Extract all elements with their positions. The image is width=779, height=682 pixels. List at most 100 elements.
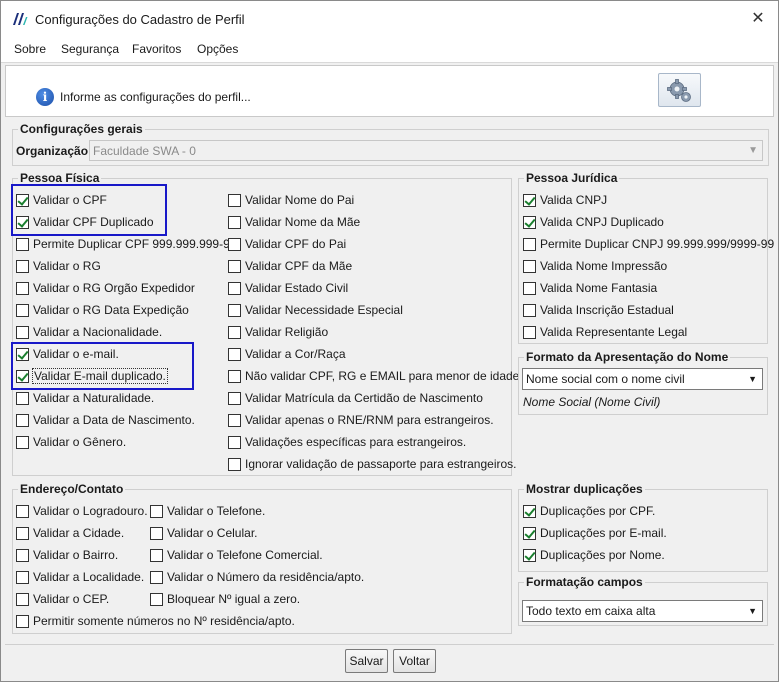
checkbox-unchecked-icon[interactable] (16, 413, 29, 427)
checkbox-checked-icon[interactable] (523, 504, 536, 518)
checkbox-unchecked-icon[interactable] (228, 325, 241, 339)
checkbox-unchecked-icon[interactable] (523, 303, 536, 317)
checkbox-validar-a-naturalidade[interactable]: Validar a Naturalidade. (16, 390, 154, 406)
checkbox-unchecked-icon[interactable] (150, 548, 163, 562)
save-button[interactable]: Salvar (345, 649, 388, 673)
checkbox-validar-matricula-da-certidao-de-nascimento[interactable]: Validar Matrícula da Certidão de Nascime… (228, 390, 483, 406)
checkbox-nao-validar-cpf-rg-e-email-para-menor-de-idade[interactable]: Não validar CPF, RG e EMAIL para menor d… (228, 368, 519, 384)
checkbox-valida-cnpj[interactable]: Valida CNPJ (523, 192, 607, 208)
checkbox-valida-nome-impressao[interactable]: Valida Nome Impressão (523, 258, 667, 274)
checkbox-valida-representante-legal[interactable]: Valida Representante Legal (523, 324, 687, 340)
checkbox-duplicacoes-por-cpf[interactable]: Duplicações por CPF. (523, 503, 655, 519)
checkbox-validar-cpf-da-mae[interactable]: Validar CPF da Mãe (228, 258, 352, 274)
organization-select[interactable]: Faculdade SWA - 0 ▼ (89, 140, 763, 161)
checkbox-unchecked-icon[interactable] (16, 281, 29, 295)
checkbox-validar-nome-do-pai[interactable]: Validar Nome do Pai (228, 192, 354, 208)
checkbox-unchecked-icon[interactable] (16, 325, 29, 339)
checkbox-unchecked-icon[interactable] (16, 435, 29, 449)
checkbox-validar-nome-da-mae[interactable]: Validar Nome da Mãe (228, 214, 360, 230)
checkbox-validar-o-logradouro[interactable]: Validar o Logradouro. (16, 503, 148, 519)
checkbox-validar-o-rg-data-expedicao[interactable]: Validar o RG Data Expedição (16, 302, 189, 318)
checkbox-permite-duplicar-cpf-999-999-999-99[interactable]: Permite Duplicar CPF 999.999.999-99 (16, 236, 236, 252)
checkbox-validar-a-data-de-nascimento[interactable]: Validar a Data de Nascimento. (16, 412, 195, 428)
checkbox-label: Validar a Naturalidade. (33, 391, 155, 405)
checkbox-permite-duplicar-cnpj-99-999-999-9999-99[interactable]: Permite Duplicar CNPJ 99.999.999/9999-99 (523, 236, 774, 252)
menu-opcoes[interactable]: Opções (197, 42, 238, 56)
checkbox-validar-religiao[interactable]: Validar Religião (228, 324, 328, 340)
menu-favoritos[interactable]: Favoritos (132, 42, 181, 56)
checkbox-unchecked-icon[interactable] (16, 237, 29, 251)
checkbox-validar-o-telefone[interactable]: Validar o Telefone. (150, 503, 265, 519)
checkbox-validar-o-telefone-comercial[interactable]: Validar o Telefone Comercial. (150, 547, 323, 563)
checkbox-unchecked-icon[interactable] (228, 347, 241, 361)
checkbox-unchecked-icon[interactable] (150, 504, 163, 518)
checkbox-unchecked-icon[interactable] (16, 570, 29, 584)
settings-gear-button[interactable] (658, 73, 701, 107)
checkbox-validar-o-bairro[interactable]: Validar o Bairro. (16, 547, 118, 563)
checkbox-unchecked-icon[interactable] (228, 303, 241, 317)
checkbox-validar-necessidade-especial[interactable]: Validar Necessidade Especial (228, 302, 403, 318)
checkbox-validar-o-cep[interactable]: Validar o CEP. (16, 591, 109, 607)
group-title: Configurações gerais (18, 122, 145, 136)
checkbox-validacoes-especificas-para-estrangeiros[interactable]: Validações específicas para estrangeiros… (228, 434, 466, 450)
checkbox-validar-o-rg[interactable]: Validar o RG (16, 258, 101, 274)
checkbox-unchecked-icon[interactable] (523, 259, 536, 273)
checkbox-unchecked-icon[interactable] (228, 413, 241, 427)
checkbox-checked-icon[interactable] (523, 215, 536, 229)
checkbox-duplicacoes-por-e-mail[interactable]: Duplicações por E-mail. (523, 525, 667, 541)
checkbox-unchecked-icon[interactable] (16, 526, 29, 540)
back-button[interactable]: Voltar (393, 649, 436, 673)
checkbox-unchecked-icon[interactable] (228, 237, 241, 251)
checkbox-unchecked-icon[interactable] (150, 592, 163, 606)
checkbox-checked-icon[interactable] (523, 193, 536, 207)
checkbox-unchecked-icon[interactable] (523, 281, 536, 295)
checkbox-unchecked-icon[interactable] (16, 592, 29, 606)
checkbox-validar-cpf-do-pai[interactable]: Validar CPF do Pai (228, 236, 346, 252)
field-formatting-select[interactable]: Todo texto em caixa alta ▼ (522, 600, 763, 622)
checkbox-label: Validar o Gênero. (33, 435, 127, 449)
checkbox-unchecked-icon[interactable] (16, 259, 29, 273)
checkbox-unchecked-icon[interactable] (523, 325, 536, 339)
checkbox-bloquear-n-igual-a-zero[interactable]: Bloquear Nº igual a zero. (150, 591, 300, 607)
checkbox-validar-a-cidade[interactable]: Validar a Cidade. (16, 525, 124, 541)
checkbox-checked-icon[interactable] (523, 526, 536, 540)
checkbox-unchecked-icon[interactable] (228, 193, 241, 207)
checkbox-permitir-somente-numeros-no-n-residencia-apto[interactable]: Permitir somente números no Nº residênci… (16, 613, 295, 629)
checkbox-unchecked-icon[interactable] (16, 614, 29, 628)
checkbox-unchecked-icon[interactable] (16, 504, 29, 518)
checkbox-unchecked-icon[interactable] (150, 570, 163, 584)
checkbox-unchecked-icon[interactable] (16, 391, 29, 405)
checkbox-validar-estado-civil[interactable]: Validar Estado Civil (228, 280, 348, 296)
checkbox-label: Validar a Localidade. (33, 570, 145, 584)
checkbox-unchecked-icon[interactable] (16, 548, 29, 562)
checkbox-unchecked-icon[interactable] (228, 259, 241, 273)
checkbox-unchecked-icon[interactable] (228, 457, 241, 471)
checkbox-checked-icon[interactable] (523, 548, 536, 562)
checkbox-validar-a-nacionalidade[interactable]: Validar a Nacionalidade. (16, 324, 162, 340)
checkbox-unchecked-icon[interactable] (523, 237, 536, 251)
checkbox-validar-o-numero-da-residencia-apto[interactable]: Validar o Número da residência/apto. (150, 569, 364, 585)
checkbox-validar-o-genero[interactable]: Validar o Gênero. (16, 434, 126, 450)
checkbox-duplicacoes-por-nome[interactable]: Duplicações por Nome. (523, 547, 665, 563)
checkbox-validar-a-cor-raca[interactable]: Validar a Cor/Raça (228, 346, 346, 362)
menu-sobre[interactable]: Sobre (14, 42, 46, 56)
checkbox-label: Validar o Bairro. (33, 548, 119, 562)
checkbox-valida-cnpj-duplicado[interactable]: Valida CNPJ Duplicado (523, 214, 664, 230)
checkbox-unchecked-icon[interactable] (228, 369, 241, 383)
checkbox-validar-o-celular[interactable]: Validar o Celular. (150, 525, 258, 541)
checkbox-validar-apenas-o-rne-rnm-para-estrangeiros[interactable]: Validar apenas o RNE/RNM para estrangeir… (228, 412, 494, 428)
checkbox-valida-inscricao-estadual[interactable]: Valida Inscrição Estadual (523, 302, 674, 318)
checkbox-unchecked-icon[interactable] (228, 281, 241, 295)
checkbox-ignorar-validacao-de-passaporte-para-estrangeiros[interactable]: Ignorar validação de passaporte para est… (228, 456, 517, 472)
checkbox-unchecked-icon[interactable] (228, 215, 241, 229)
checkbox-unchecked-icon[interactable] (228, 435, 241, 449)
checkbox-unchecked-icon[interactable] (228, 391, 241, 405)
checkbox-valida-nome-fantasia[interactable]: Valida Nome Fantasia (523, 280, 657, 296)
close-icon[interactable]: ✕ (744, 5, 772, 33)
name-format-select[interactable]: Nome social com o nome civil ▼ (522, 368, 763, 390)
checkbox-unchecked-icon[interactable] (16, 303, 29, 317)
checkbox-validar-o-rg-orgao-expedidor[interactable]: Validar o RG Orgão Expedidor (16, 280, 195, 296)
checkbox-unchecked-icon[interactable] (150, 526, 163, 540)
menu-seguranca[interactable]: Segurança (61, 42, 119, 56)
checkbox-validar-a-localidade[interactable]: Validar a Localidade. (16, 569, 144, 585)
